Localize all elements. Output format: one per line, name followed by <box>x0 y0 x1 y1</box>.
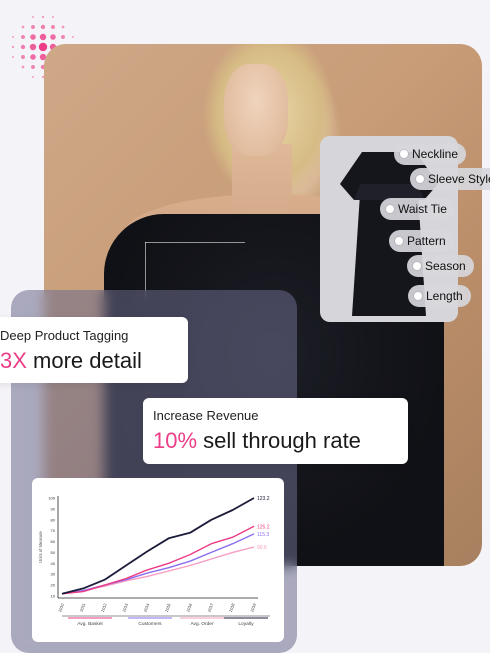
x-tick-label: 2018 <box>228 602 236 613</box>
dot <box>38 42 48 52</box>
tag-pattern[interactable]: Pattern <box>389 230 454 252</box>
dot <box>11 55 15 59</box>
guide-line <box>145 242 245 243</box>
dot <box>31 25 35 29</box>
legend-label: Loyalty <box>238 621 254 627</box>
dot <box>20 44 26 50</box>
dot <box>39 33 47 41</box>
model-face <box>224 64 288 156</box>
y-tick-label: 10 <box>51 594 56 599</box>
dot <box>61 35 65 39</box>
dot <box>50 34 56 40</box>
y-tick-label: 40 <box>51 561 56 566</box>
tag-label: Pattern <box>407 234 446 248</box>
dot <box>41 15 45 19</box>
dot <box>31 75 35 79</box>
dot <box>11 35 15 39</box>
tag-label: Waist Tie <box>398 202 447 216</box>
x-tick-label: 2012 <box>100 602 108 613</box>
tag-label: Length <box>426 289 463 303</box>
series-line <box>61 497 255 595</box>
tag-season[interactable]: Season <box>407 255 474 277</box>
y-tick-label: 20 <box>51 583 56 588</box>
dot <box>29 43 37 51</box>
y-tick-label: 70 <box>51 528 56 533</box>
dot <box>11 45 15 49</box>
dot <box>51 25 55 29</box>
stat-card-tagging: Deep Product Tagging 3X more detail <box>0 317 188 383</box>
stat-value-revenue: 10% sell through rate <box>153 428 361 454</box>
tag-sleeve-style[interactable]: Sleeve Style <box>410 168 490 190</box>
series-end-label: 90.6 <box>257 545 267 551</box>
tag-length[interactable]: Length <box>408 285 471 307</box>
stat-label-revenue: Increase Revenue <box>153 408 259 423</box>
line-chart: 10 20 30 40 50 60 70 80 90 100 Units of Measure 201… <box>38 496 270 627</box>
x-tick-label: 2016 <box>185 602 193 613</box>
stat-card-revenue: Increase Revenue 10% sell through rate <box>143 398 408 464</box>
x-tick-label: 2015 <box>164 602 172 613</box>
dot <box>31 65 35 69</box>
dot <box>30 54 36 60</box>
stat-value-tagging: 3X more detail <box>0 348 142 374</box>
y-tick-label: 80 <box>51 517 56 522</box>
y-tick-label: 60 <box>51 539 56 544</box>
dot <box>71 35 75 39</box>
stat-accent: 10% <box>153 428 198 453</box>
model-neck <box>232 144 292 224</box>
dot <box>21 25 25 29</box>
x-tick-label: 2019 <box>249 602 257 613</box>
stat-rest: sell through rate <box>197 428 361 453</box>
legend-label: Avg. Order <box>190 621 214 627</box>
x-tick-label: 2013 <box>121 602 129 613</box>
tag-label: Season <box>425 259 466 273</box>
dot <box>40 24 46 30</box>
stat-rest: more detail <box>26 348 142 373</box>
y-tick-label: 100 <box>48 496 55 501</box>
dot <box>21 55 25 59</box>
legend-label: Customers <box>138 621 162 627</box>
y-tick-label: 30 <box>51 572 56 577</box>
series-end-label: 115.3 <box>257 532 269 538</box>
legend-label: Avg. Basket <box>77 621 103 627</box>
stat-accent: 3X <box>0 348 27 373</box>
dot <box>21 35 25 39</box>
series-line <box>61 525 255 595</box>
y-tick-label: 90 <box>51 506 56 511</box>
x-tick-label: 2010 <box>57 602 65 613</box>
dot <box>21 65 25 69</box>
x-tick-label: 2017 <box>207 602 215 613</box>
tag-label: Neckline <box>412 147 459 161</box>
x-tick-label: 2011 <box>79 602 87 613</box>
dot <box>31 15 35 19</box>
series-end-label: 125.2 <box>257 524 270 530</box>
tag-label: Sleeve Style <box>428 172 490 186</box>
y-tick-label: 50 <box>51 550 56 555</box>
y-axis-label: Units of Measure <box>38 531 43 563</box>
stat-label-tagging: Deep Product Tagging <box>0 328 129 343</box>
growth-chart-card: 10 20 30 40 50 60 70 80 90 100 Units of Measure 201… <box>32 478 284 642</box>
dot <box>30 34 36 40</box>
dot <box>61 25 65 29</box>
tag-waist-tie[interactable]: Waist Tie <box>380 198 455 220</box>
dot <box>51 15 55 19</box>
x-tick-label: 2014 <box>143 602 151 613</box>
series-end-label: 123.2 <box>257 496 270 502</box>
tag-neckline[interactable]: Neckline <box>394 143 467 165</box>
